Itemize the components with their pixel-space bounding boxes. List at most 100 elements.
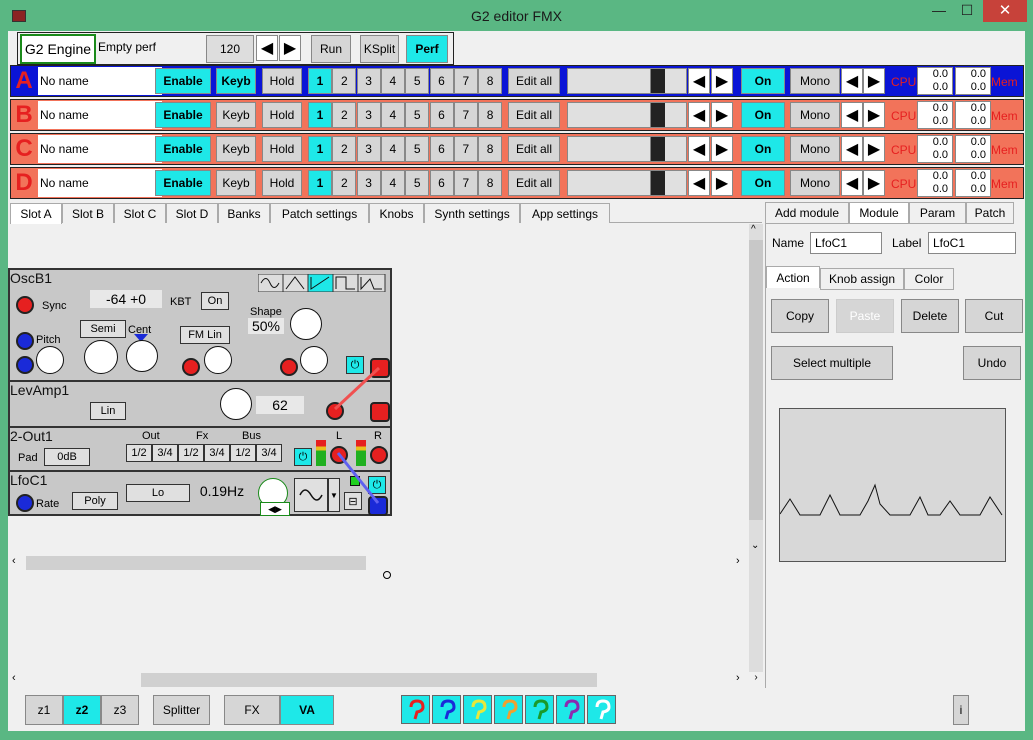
cable-color-7-button[interactable]	[587, 695, 616, 724]
keyb-button[interactable]: Keyb	[216, 170, 256, 196]
slot-name-field[interactable]: No name	[38, 101, 162, 129]
lfo-wave-sine-icon[interactable]	[294, 478, 328, 512]
tab-synth-settings[interactable]: Synth settings	[424, 203, 520, 223]
on-button[interactable]: On	[741, 170, 785, 196]
variation-7-button[interactable]: 7	[453, 102, 478, 128]
pitch2-jack[interactable]	[16, 356, 34, 374]
fm-jack[interactable]	[182, 358, 200, 376]
fx-group-12[interactable]: 1/2	[178, 444, 204, 462]
semi-button[interactable]: Semi	[80, 320, 126, 338]
tab-banks[interactable]: Banks	[218, 203, 270, 223]
right-tab-module[interactable]: Module	[849, 202, 909, 224]
out-power-icon[interactable]: ⏻	[294, 448, 312, 466]
run-button[interactable]: Run	[311, 35, 351, 63]
volume-up-button[interactable]: ▶	[711, 136, 733, 162]
minimize-button[interactable]: —	[925, 2, 953, 18]
variation-5-button[interactable]: 5	[405, 68, 430, 94]
variation-4-button[interactable]: 4	[380, 102, 405, 128]
variation-8-button[interactable]: 8	[478, 68, 503, 94]
out-l-jack[interactable]	[330, 446, 348, 464]
vertical-scrollbar[interactable]: ^ ⌄	[749, 224, 763, 686]
on-button[interactable]: On	[741, 68, 785, 94]
info-button[interactable]: i	[953, 695, 969, 725]
variation-2-button[interactable]: 2	[332, 136, 357, 162]
variation-6-button[interactable]: 6	[429, 102, 454, 128]
variation-4-button[interactable]: 4	[380, 136, 405, 162]
cable-color-4-button[interactable]	[494, 695, 523, 724]
volume-down-button[interactable]: ◀	[688, 102, 710, 128]
slot-name-field[interactable]: No name	[38, 67, 162, 95]
volume-slider[interactable]	[567, 170, 687, 196]
mono-prev-button[interactable]: ◀	[841, 68, 863, 94]
out-group-12[interactable]: 1/2	[126, 444, 152, 462]
right-tab-param[interactable]: Param	[909, 202, 966, 224]
maximize-button[interactable]: ☐	[953, 2, 981, 19]
pitch-jack[interactable]	[16, 332, 34, 350]
mono-next-button[interactable]: ▶	[863, 102, 885, 128]
volume-slider[interactable]	[567, 136, 687, 162]
on-button[interactable]: On	[741, 136, 785, 162]
variation-3-button[interactable]: 3	[356, 102, 381, 128]
volume-down-button[interactable]: ◀	[688, 170, 710, 196]
cable-color-5-button[interactable]	[525, 695, 554, 724]
on-button[interactable]: On	[741, 102, 785, 128]
hold-button[interactable]: Hold	[262, 170, 302, 196]
rate-range-arrows[interactable]: ◀▶	[260, 502, 290, 516]
pitch-knob[interactable]	[36, 346, 64, 374]
waveform-icons[interactable]	[258, 274, 386, 292]
volume-up-button[interactable]: ▶	[711, 102, 733, 128]
variation-6-button[interactable]: 6	[429, 68, 454, 94]
tempo-up-button[interactable]: ▶	[279, 35, 301, 61]
variation-7-button[interactable]: 7	[453, 68, 478, 94]
variation-5-button[interactable]: 5	[405, 102, 430, 128]
variation-3-button[interactable]: 3	[356, 170, 381, 196]
zoom-z3-button[interactable]: z3	[101, 695, 139, 725]
module-lfoc1[interactable]: LfoC1 Rate Poly Lo 0.19Hz ◀▶ ▼ ⊟ ⏻	[8, 470, 392, 516]
pad-button[interactable]: 0dB	[44, 448, 90, 466]
slot-name-field[interactable]: No name	[38, 169, 162, 197]
tab-app-settings[interactable]: App settings	[520, 203, 610, 223]
lin-button[interactable]: Lin	[90, 402, 126, 420]
shape-mod-knob[interactable]	[300, 346, 328, 374]
cable-color-1-button[interactable]	[401, 695, 430, 724]
mono-next-button[interactable]: ▶	[863, 68, 885, 94]
bus-group-12[interactable]: 1/2	[230, 444, 256, 462]
module-levamp1[interactable]: LevAmp1 Lin 62	[8, 380, 392, 428]
perf-name[interactable]: Empty perf	[98, 40, 156, 54]
tab-slot-a[interactable]: Slot A	[10, 203, 62, 224]
variation-3-button[interactable]: 3	[356, 136, 381, 162]
rate-jack[interactable]	[16, 494, 34, 512]
edit-all-button[interactable]: Edit all	[508, 136, 560, 162]
module-oscb1[interactable]: OscB1 Sync -64 +0 KBT On Shape 50% Semi …	[8, 268, 392, 382]
hold-button[interactable]: Hold	[262, 102, 302, 128]
tab-slot-b[interactable]: Slot B	[62, 203, 114, 223]
subtab-knob-assign[interactable]: Knob assign	[820, 268, 904, 290]
hold-button[interactable]: Hold	[262, 136, 302, 162]
osc-power-icon[interactable]: ⏻	[346, 356, 364, 374]
bus-group-34[interactable]: 3/4	[256, 444, 282, 462]
edit-all-button[interactable]: Edit all	[508, 102, 560, 128]
keyb-button[interactable]: Keyb	[216, 102, 256, 128]
variation-8-button[interactable]: 8	[478, 170, 503, 196]
variation-5-button[interactable]: 5	[405, 136, 430, 162]
poly-button[interactable]: Poly	[72, 492, 118, 510]
fx-group-34[interactable]: 3/4	[204, 444, 230, 462]
variation-3-button[interactable]: 3	[356, 68, 381, 94]
tab-knobs[interactable]: Knobs	[369, 203, 424, 223]
fmlin-button[interactable]: FM Lin	[180, 326, 230, 344]
mono-button[interactable]: Mono	[790, 68, 840, 94]
variation-8-button[interactable]: 8	[478, 136, 503, 162]
subtab-action[interactable]: Action	[766, 266, 820, 288]
volume-slider[interactable]	[567, 102, 687, 128]
va-button[interactable]: VA	[280, 695, 334, 725]
variation-2-button[interactable]: 2	[332, 68, 357, 94]
horizontal-scrollbar[interactable]: ‹ ›	[10, 672, 749, 688]
inner-scrollbar[interactable]: ‹ ›	[10, 555, 749, 571]
out-group-34[interactable]: 3/4	[152, 444, 178, 462]
zoom-z2-button[interactable]: z2	[63, 695, 101, 725]
mono-prev-button[interactable]: ◀	[841, 102, 863, 128]
variation-4-button[interactable]: 4	[380, 170, 405, 196]
fx-button[interactable]: FX	[224, 695, 280, 725]
engine-button[interactable]: G2 Engine	[20, 34, 96, 64]
variation-1-button[interactable]: 1	[308, 102, 332, 128]
